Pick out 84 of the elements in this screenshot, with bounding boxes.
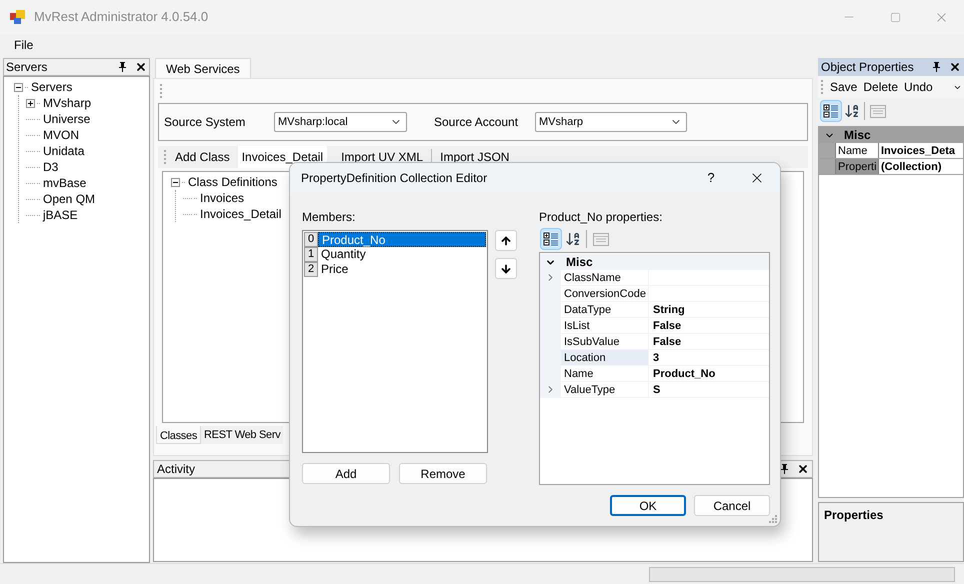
close-icon[interactable]	[135, 61, 147, 73]
property-value[interactable]: False	[649, 318, 686, 333]
tree-item[interactable]: D3	[42, 159, 60, 175]
category-row[interactable]: Misc	[540, 254, 769, 270]
property-value[interactable]: String	[649, 302, 689, 317]
menu-item[interactable]: File	[8, 36, 40, 54]
move-down-button[interactable]	[495, 258, 517, 279]
property-value[interactable]: S	[649, 382, 664, 397]
property-value[interactable]: Invoices_Deta	[879, 143, 957, 158]
field-label: Source System	[164, 114, 246, 131]
member-index: 2	[304, 262, 318, 277]
member-item[interactable]: Product_No	[318, 232, 486, 247]
dialog-title: PropertyDefinition Collection Editor	[301, 170, 488, 187]
arrow-up-icon	[500, 234, 512, 246]
arrow-down-icon	[500, 262, 512, 274]
pin-icon[interactable]	[780, 464, 789, 474]
property-value[interactable]: Product_No	[649, 366, 720, 381]
categorized-view-icon[interactable]	[820, 100, 842, 122]
sort-alphabetical-icon[interactable]	[565, 231, 581, 247]
tree-item[interactable]: Open QM	[42, 191, 96, 207]
toolbar-button[interactable]: Import JSON	[432, 148, 518, 166]
panel-title: Servers	[6, 59, 48, 76]
member-item[interactable]: Price	[318, 262, 486, 277]
property-value[interactable]: False	[649, 334, 686, 349]
toolbar-button[interactable]: Add Class	[167, 148, 238, 166]
tree-item[interactable]: Unidata	[42, 143, 86, 159]
category-label: Misc	[844, 127, 871, 144]
tree-item[interactable]: MVON	[42, 127, 80, 143]
toolbar-grip-icon[interactable]	[160, 83, 163, 99]
add-button[interactable]: Add	[302, 463, 390, 484]
members-label: Members:	[302, 209, 356, 224]
tree-item[interactable]: mvBase	[42, 175, 88, 191]
tree-item[interactable]: jBASE	[42, 207, 79, 223]
ok-button[interactable]: OK	[610, 495, 686, 516]
tree-item[interactable]: MVsharp	[42, 95, 92, 111]
collapse-icon[interactable]	[14, 82, 23, 92]
cancel-button[interactable]: Cancel	[694, 495, 770, 516]
tab[interactable]: Web Services	[155, 58, 251, 78]
tree-item[interactable]: Servers	[30, 79, 74, 95]
category-label: Misc	[566, 254, 593, 271]
properties-label: Product_No properties:	[539, 209, 664, 224]
toolbar-button[interactable]: Delete	[863, 78, 898, 96]
tree-item[interactable]: Invoices	[199, 190, 246, 206]
property-name[interactable]: Location	[561, 350, 649, 365]
property-value[interactable]: (Collection)	[879, 159, 944, 174]
tree-item[interactable]: Class Definitions	[187, 174, 278, 190]
close-icon[interactable]	[797, 463, 809, 475]
category-row[interactable]: Misc	[819, 127, 963, 143]
field-label: Source Account	[434, 114, 520, 131]
move-up-button[interactable]	[495, 230, 517, 251]
property-value[interactable]: 3	[649, 350, 664, 365]
member-item[interactable]: Quantity	[318, 247, 486, 262]
toolbar-button[interactable]: Save	[830, 78, 858, 96]
tab[interactable]: REST Web Serv	[201, 426, 284, 444]
sort-alphabetical-icon[interactable]	[844, 103, 860, 119]
toolbar-grip-icon[interactable]	[821, 79, 824, 95]
pin-icon[interactable]	[932, 62, 941, 72]
toolbar-grip-icon[interactable]	[164, 149, 167, 165]
tree-item[interactable]: Invoices_Detail	[199, 206, 282, 222]
source-account-dropdown[interactable]: MVsharp	[535, 112, 687, 132]
app-icon	[10, 9, 26, 25]
expand-icon[interactable]	[26, 98, 35, 108]
property-name[interactable]: ValueType	[561, 382, 649, 397]
tab[interactable]: Classes	[156, 426, 202, 444]
pin-icon[interactable]	[118, 62, 127, 72]
help-button[interactable]: ?	[688, 168, 734, 188]
collapse-icon[interactable]	[171, 178, 180, 186]
source-system-dropdown[interactable]: MVsharp:local	[274, 112, 407, 132]
member-index: 0	[304, 232, 318, 247]
description-title: Properties	[824, 508, 884, 522]
resize-grip-icon[interactable]	[769, 515, 777, 523]
categorized-view-icon[interactable]	[540, 228, 562, 250]
panel-title: Object Properties	[821, 59, 915, 76]
member-index: 1	[304, 247, 318, 262]
property-name[interactable]: Name	[835, 143, 879, 158]
property-name[interactable]: Properti	[835, 159, 879, 174]
remove-button[interactable]: Remove	[399, 463, 487, 484]
panel-title: Activity	[157, 461, 196, 478]
close-icon[interactable]	[949, 61, 961, 73]
tree-item[interactable]: Universe	[42, 111, 92, 127]
toolbar-button[interactable]: Import UV XML	[333, 148, 432, 166]
toolbar-button[interactable]: Undo	[904, 78, 933, 96]
class-name-field[interactable]: Invoices_Detail	[238, 146, 328, 168]
window-title: MvRest Administrator 4.0.54.0	[34, 8, 208, 26]
